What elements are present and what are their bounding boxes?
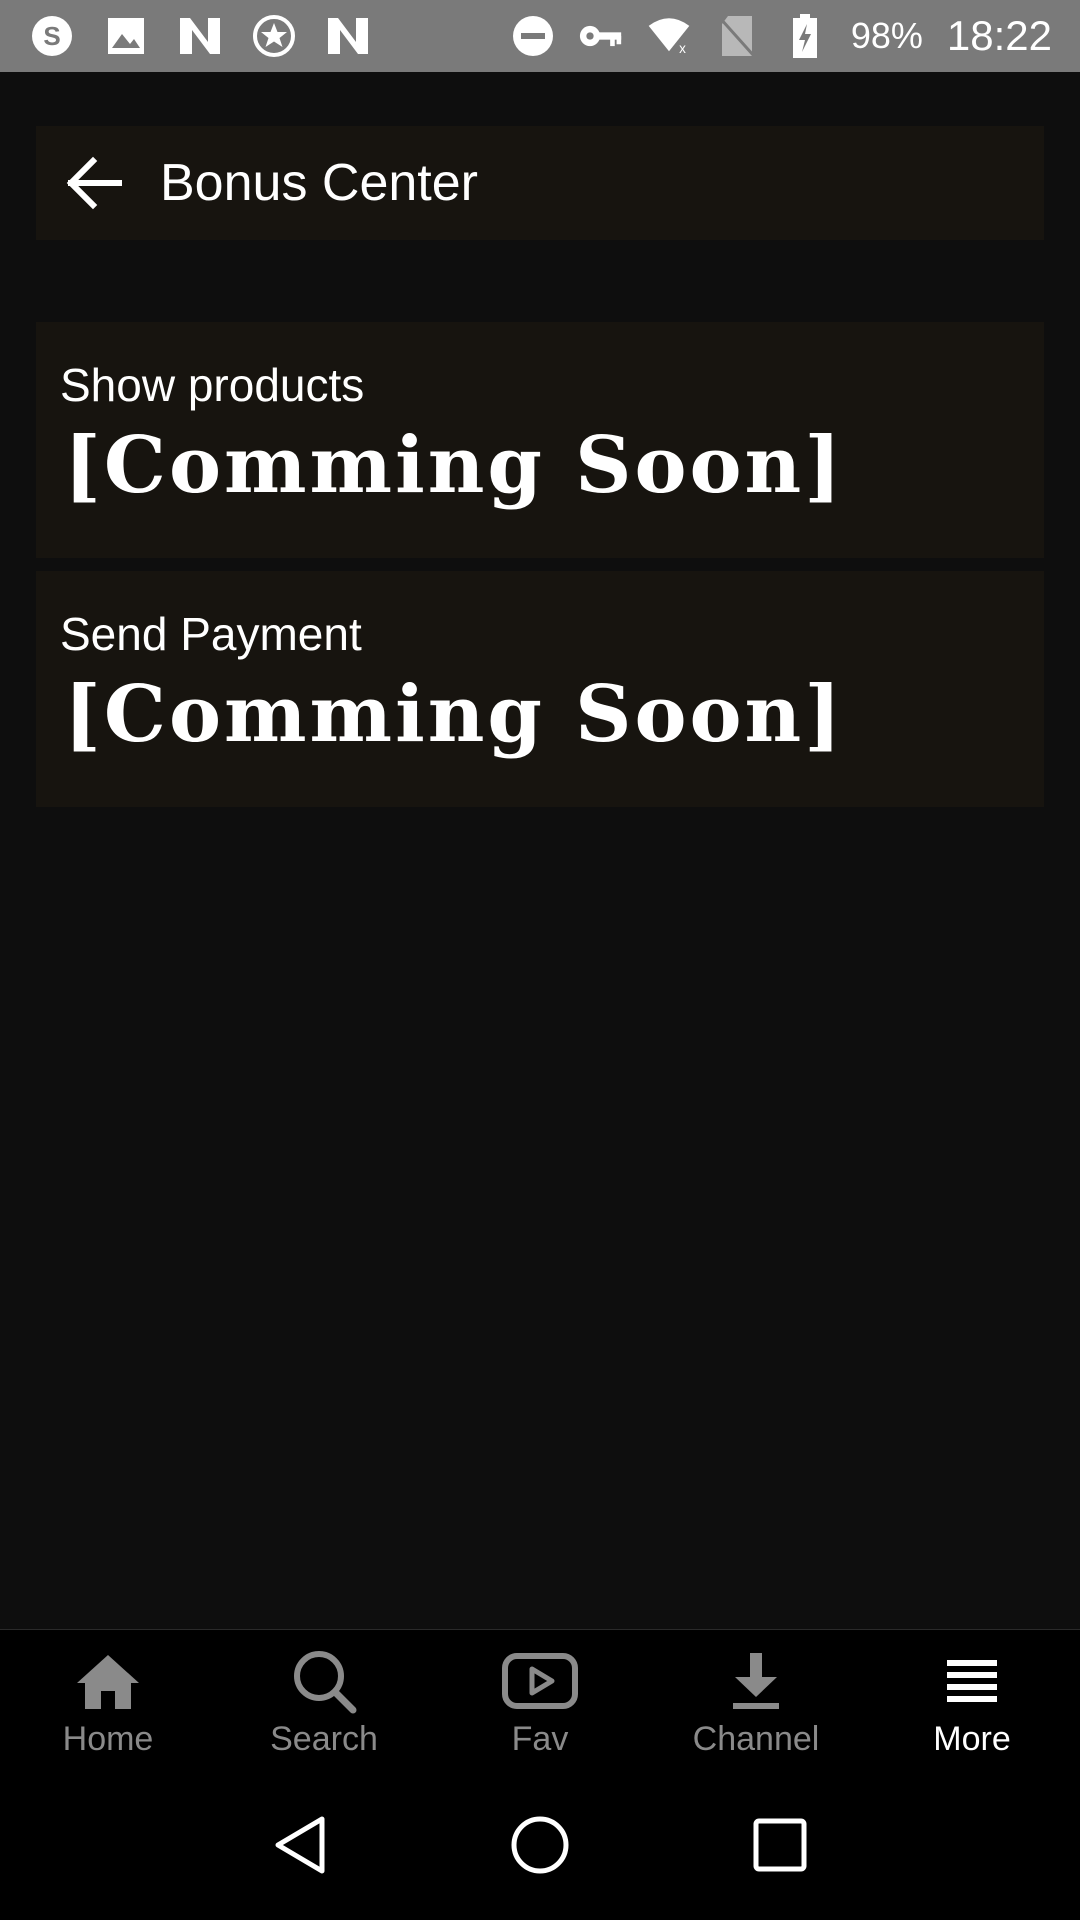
triangle-back-icon [275, 1816, 325, 1873]
home-icon [68, 1648, 148, 1714]
n-app-icon [326, 14, 370, 58]
back-button[interactable] [60, 148, 130, 218]
show-products-card[interactable]: Show products [Comming Soon] [36, 322, 1044, 558]
card-label: Send Payment [60, 608, 362, 660]
nav-back-button[interactable] [260, 1805, 340, 1885]
square-recents-icon [753, 1818, 807, 1871]
n-app-icon [178, 14, 222, 58]
tab-search[interactable]: Search [216, 1630, 432, 1770]
system-status: x 98% 18:22 [511, 12, 1080, 60]
battery-percentage: 98% [850, 15, 923, 56]
svg-text:x: x [679, 41, 686, 56]
app-header: Bonus Center [36, 126, 1044, 240]
nav-home-button[interactable] [500, 1805, 580, 1885]
menu-icon [932, 1648, 1012, 1714]
status-bar: S x 98% 18:22 [0, 0, 1080, 72]
no-sim-icon [715, 14, 759, 58]
tab-home[interactable]: Home [0, 1630, 216, 1770]
send-payment-card[interactable]: Send Payment [Comming Soon] [36, 571, 1044, 807]
page-title: Bonus Center [160, 154, 478, 212]
vpn-key-icon [579, 14, 623, 58]
tab-fav[interactable]: Fav [432, 1630, 648, 1770]
wifi-off-icon: x [647, 14, 691, 58]
tab-label: Home [62, 1720, 154, 1758]
card-status: [Comming Soon] [64, 669, 845, 760]
tab-label: Fav [511, 1720, 569, 1758]
tab-label: Search [270, 1720, 378, 1758]
notification-icons: S [0, 14, 370, 58]
do-not-disturb-icon [511, 14, 555, 58]
play-icon [500, 1648, 580, 1714]
tab-label: More [933, 1720, 1011, 1758]
circle-home-icon [511, 1816, 569, 1873]
clock: 18:22 [946, 12, 1052, 59]
card-label: Show products [60, 359, 365, 411]
system-navigation-bar [0, 1769, 1080, 1920]
bottom-tab-bar: Home Search Fav Channel More [0, 1629, 1080, 1770]
tab-more[interactable]: More [864, 1630, 1080, 1770]
battery-charging-icon [783, 14, 827, 58]
search-icon [284, 1648, 364, 1714]
tab-label: Channel [692, 1720, 820, 1758]
download-icon [716, 1648, 796, 1714]
tab-channel[interactable]: Channel [648, 1630, 864, 1770]
star-badge-icon [252, 14, 296, 58]
svg-text:S: S [43, 21, 60, 51]
skype-icon: S [30, 14, 74, 58]
image-icon [104, 14, 148, 58]
arrow-left-icon [66, 156, 122, 210]
card-status: [Comming Soon] [64, 420, 845, 511]
nav-recents-button[interactable] [740, 1805, 820, 1885]
